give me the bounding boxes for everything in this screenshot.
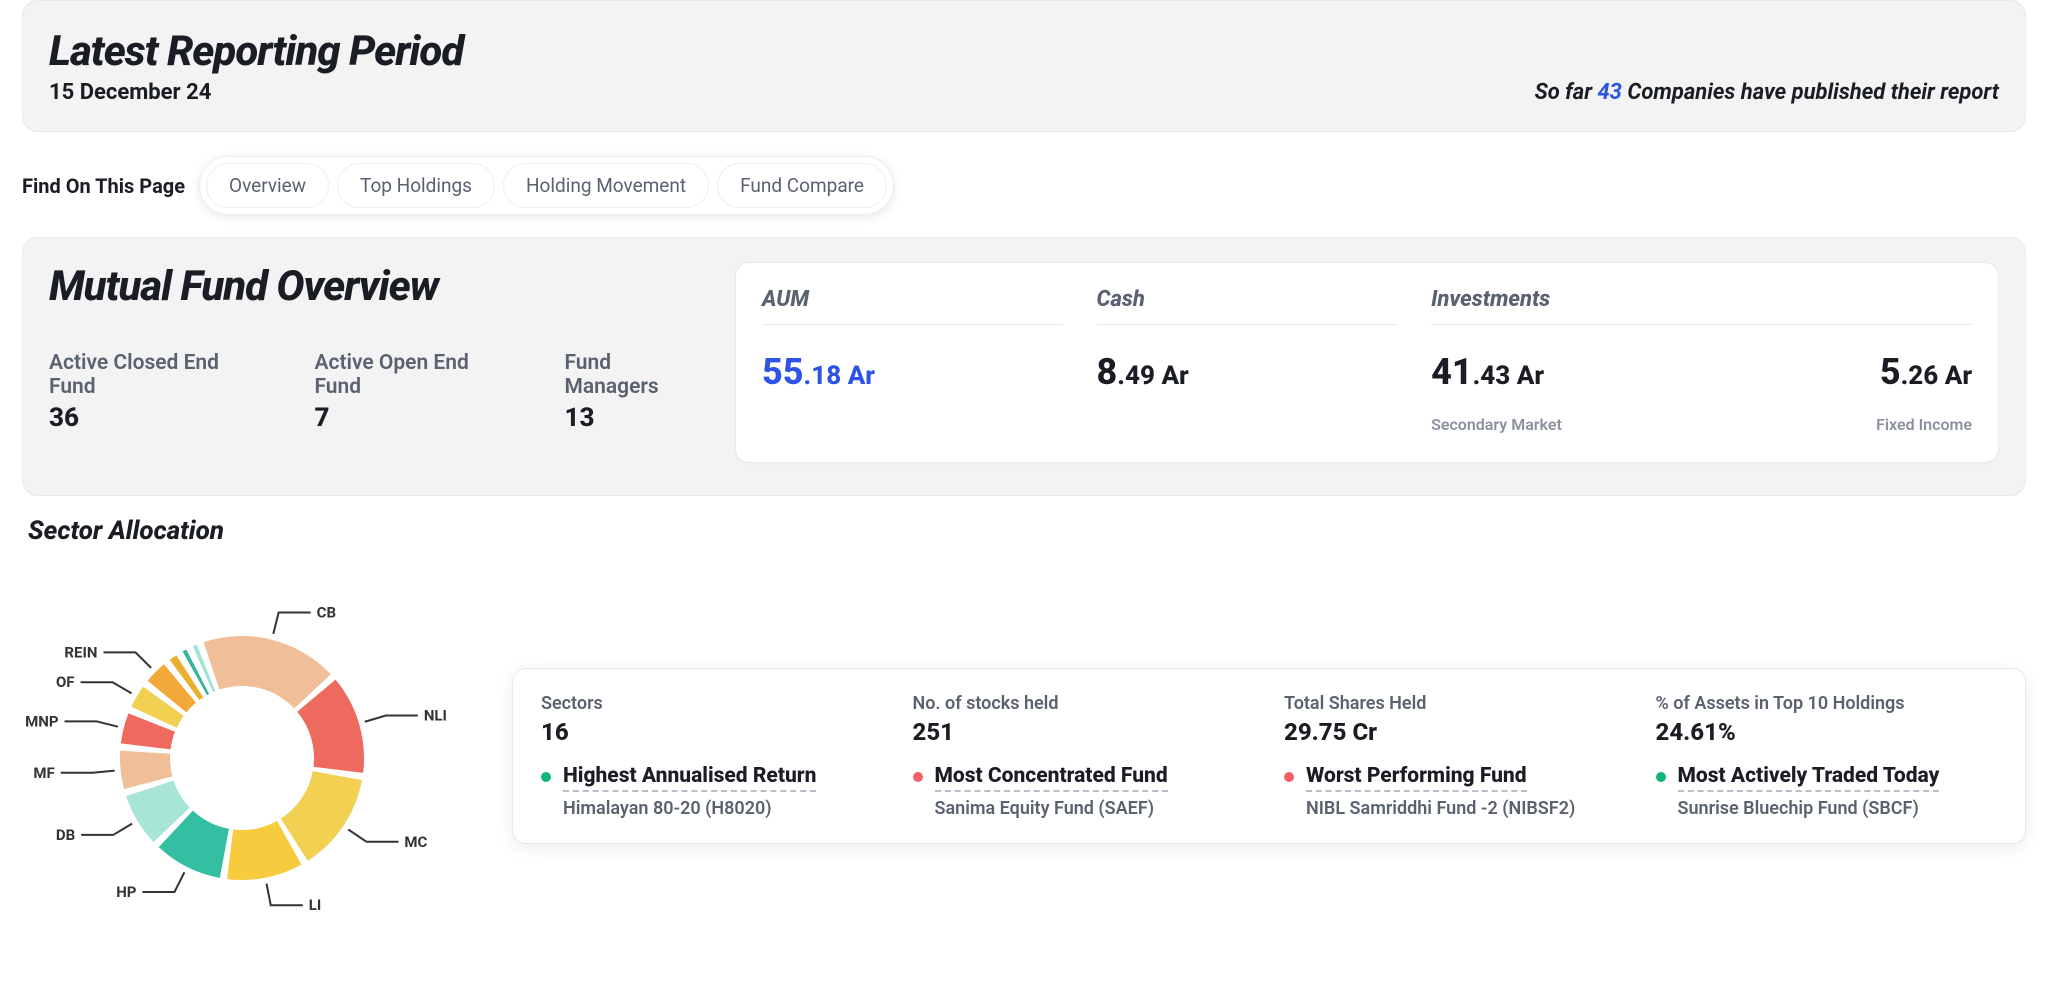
notice-count: 43 [1597, 80, 1622, 105]
summary-value: 24.61% [1656, 718, 1998, 746]
metric-whole: 41 [1431, 351, 1473, 393]
metric-whole: 8 [1097, 351, 1118, 393]
summary-label: No. of stocks held [913, 693, 1255, 714]
summary-label: % of Assets in Top 10 Holdings [1656, 693, 1998, 714]
donut-label-LI: LI [309, 896, 322, 914]
metric-value: 55.18 Ar [762, 351, 1063, 393]
sector-title: Sector Allocation [28, 516, 2026, 546]
tab-top-holdings[interactable]: Top Holdings [337, 163, 495, 208]
stat-label: Active Closed End Fund [49, 351, 268, 399]
summary-stocks: No. of stocks held 251 [913, 693, 1255, 746]
sector-donut-chart[interactable]: CB NLI MC LI HP DB MF MNP OF REIN [22, 568, 452, 948]
summary-sectors: Sectors 16 [541, 693, 883, 746]
metrics-card: AUM 55.18 Ar Cash 8.49 Ar Investments 41… [735, 262, 1999, 463]
header-panel: Latest Reporting Period 15 December 24 S… [22, 0, 2026, 132]
stat-label: Fund Managers [564, 351, 709, 399]
sector-summary-card: Sectors 16 No. of stocks held 251 Total … [512, 668, 2026, 844]
notice-suffix: Companies have published their report [1622, 80, 1999, 105]
donut-label-DB: DB [56, 826, 75, 844]
tab-fund-compare[interactable]: Fund Compare [717, 163, 887, 208]
metric-suffix: .18 Ar [804, 361, 875, 391]
donut-label-MF: MF [33, 764, 54, 782]
metric-investments: Investments 41.43 Ar Secondary Market 5.… [1431, 285, 1972, 434]
tab-holding-movement[interactable]: Holding Movement [503, 163, 709, 208]
donut-slice-MC[interactable] [281, 771, 362, 861]
donut-label-CB: CB [317, 604, 336, 622]
donut-slice-MF[interactable] [120, 751, 172, 789]
metric-suffix: .26 Ar [1901, 361, 1972, 391]
notice-prefix: So far [1535, 80, 1598, 105]
stat-value: 13 [564, 403, 709, 433]
summary-value: 16 [541, 718, 883, 746]
highlight-sub: Himalayan 80-20 (H8020) [563, 798, 816, 819]
stat-closed-end: Active Closed End Fund 36 [49, 351, 268, 433]
stat-value: 7 [314, 403, 518, 433]
summary-value: 29.75 Cr [1284, 718, 1626, 746]
summary-shares: Total Shares Held 29.75 Cr [1284, 693, 1626, 746]
tab-overview[interactable]: Overview [206, 163, 329, 208]
metric-sublabel: Secondary Market [1431, 415, 1562, 434]
stat-label: Active Open End Fund [314, 351, 518, 399]
donut-slice-CB[interactable] [204, 636, 331, 709]
page-title: Latest Reporting Period [49, 27, 463, 76]
sector-section: Sector Allocation CB NLI MC LI HP DB MF MNP OF RE… [0, 510, 2048, 948]
highlight-most-concentrated[interactable]: Most Concentrated Fund Sanima Equity Fun… [913, 764, 1255, 819]
highlight-title: Most Actively Traded Today [1678, 764, 1940, 792]
stat-fund-managers: Fund Managers 13 [564, 351, 709, 433]
highlight-highest-return[interactable]: Highest Annualised Return Himalayan 80-2… [541, 764, 883, 819]
metric-label: Cash [1097, 285, 1398, 325]
highlight-title: Highest Annualised Return [563, 764, 816, 792]
investments-fixed: 5.26 Ar Fixed Income [1876, 351, 1972, 434]
highlight-worst-performing[interactable]: Worst Performing Fund NIBL Samriddhi Fun… [1284, 764, 1626, 819]
metric-suffix: .43 Ar [1473, 361, 1544, 391]
stat-value: 36 [49, 403, 268, 433]
status-dot-icon [1284, 772, 1294, 782]
highlight-most-traded[interactable]: Most Actively Traded Today Sunrise Bluec… [1656, 764, 1998, 819]
highlight-sub: Sanima Equity Fund (SAEF) [935, 798, 1168, 819]
summary-value: 251 [913, 718, 1255, 746]
metric-aum: AUM 55.18 Ar [762, 285, 1063, 434]
donut-label-OF: OF [56, 673, 75, 691]
investments-secondary: 41.43 Ar Secondary Market [1431, 351, 1562, 434]
donut-label-NLI: NLI [424, 707, 447, 725]
summary-label: Sectors [541, 693, 883, 714]
donut-label-HP: HP [116, 883, 137, 901]
donut-label-REIN: REIN [64, 643, 97, 661]
pill-group: Overview Top Holdings Holding Movement F… [199, 156, 894, 215]
find-label: Find On This Page [22, 174, 185, 198]
summary-label: Total Shares Held [1284, 693, 1626, 714]
status-dot-icon [1656, 772, 1666, 782]
page-nav-row: Find On This Page Overview Top Holdings … [0, 146, 2048, 237]
metric-label: Investments [1431, 285, 1972, 325]
metric-whole: 55 [762, 351, 804, 393]
metric-suffix: .49 Ar [1117, 361, 1188, 391]
summary-top10: % of Assets in Top 10 Holdings 24.61% [1656, 693, 1998, 746]
publish-notice: So far 43 Companies have published their… [1535, 80, 1999, 105]
donut-label-MC: MC [404, 833, 427, 851]
highlight-sub: Sunrise Bluechip Fund (SBCF) [1678, 798, 1940, 819]
metric-label: AUM [762, 285, 1063, 325]
highlight-title: Most Concentrated Fund [935, 764, 1168, 792]
donut-label-MNP: MNP [25, 712, 59, 730]
metric-whole: 5 [1880, 351, 1901, 393]
metric-value: 8.49 Ar [1097, 351, 1398, 393]
overview-title: Mutual Fund Overview [49, 262, 709, 311]
metric-cash: Cash 8.49 Ar [1097, 285, 1398, 434]
highlight-sub: NIBL Samriddhi Fund -2 (NIBSF2) [1306, 798, 1575, 819]
highlight-title: Worst Performing Fund [1306, 764, 1527, 792]
report-date: 15 December 24 [49, 80, 463, 105]
overview-panel: Mutual Fund Overview Active Closed End F… [22, 237, 2026, 496]
status-dot-icon [541, 772, 551, 782]
stat-open-end: Active Open End Fund 7 [314, 351, 518, 433]
metric-sublabel: Fixed Income [1876, 415, 1972, 434]
status-dot-icon [913, 772, 923, 782]
